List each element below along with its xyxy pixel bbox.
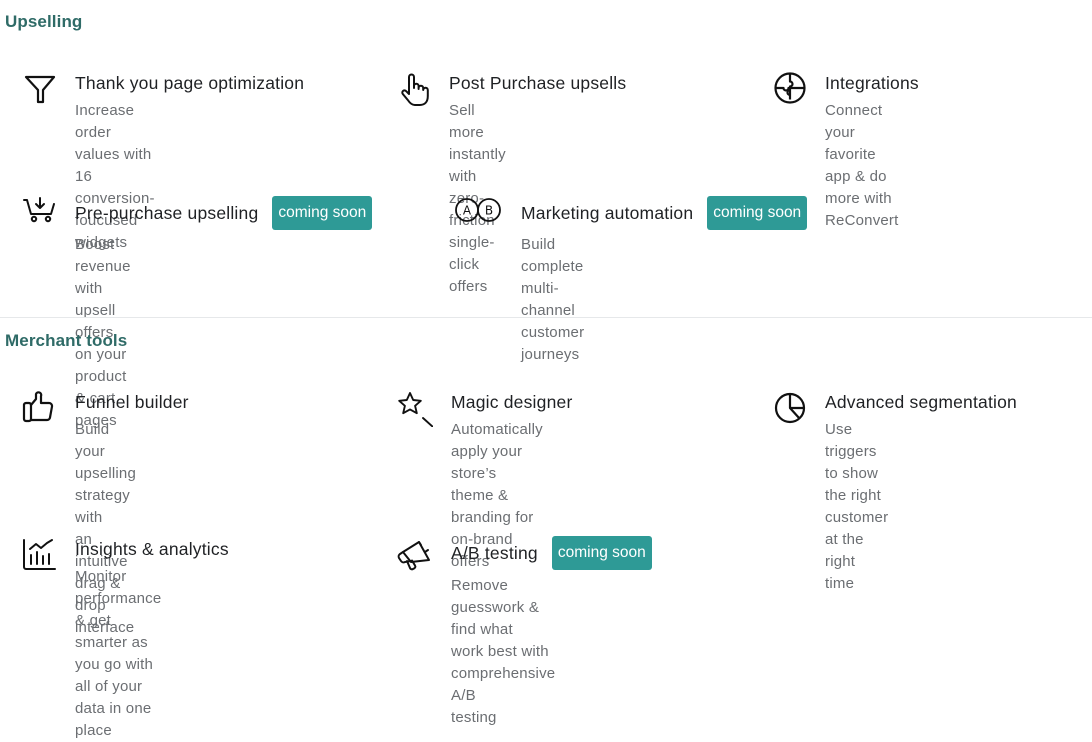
magic-wand-star-icon [397, 391, 433, 427]
feature-title: Integrations [825, 73, 919, 93]
svg-text:B: B [485, 204, 493, 218]
feature-desc-line: more with ReConvert [825, 190, 899, 229]
coming-soon-badge: coming soon [707, 196, 808, 230]
feature-desc-line: Sell more instantly with zero- [449, 102, 506, 207]
cart-download-icon [22, 196, 58, 232]
feature-desc-line: Connect your favorite app & do [825, 102, 887, 185]
section-divider [0, 317, 1092, 318]
bar-chart-icon [22, 538, 58, 574]
feature-title: Post Purchase upsells [449, 73, 627, 93]
megaphone-icon [397, 538, 433, 574]
pointer-hand-icon [397, 72, 433, 108]
feature-desc-line: Automatically apply your store’s [451, 421, 543, 482]
feature-desc-line: Monitor performance & get [75, 568, 162, 629]
coming-soon-badge: coming soon [272, 196, 373, 230]
feature-title: Funnel builder [75, 392, 189, 412]
puzzle-circle-icon [772, 72, 808, 108]
feature-title: Thank you page optimization [75, 73, 305, 93]
feature-title: Magic designer [451, 392, 573, 412]
feature-desc-line: Build complete multi-channel [521, 236, 584, 319]
feature-title: Advanced segmentation [825, 392, 1017, 412]
feature-desc-line: Build your upselling strategy with [75, 421, 137, 526]
feature-desc-line: customer at the right time [825, 509, 889, 592]
funnel-icon [22, 72, 58, 108]
thumbs-up-icon [22, 391, 58, 427]
feature-desc-line: customer journeys [521, 324, 585, 363]
feature-desc-line: Boost revenue with upsell offers [75, 236, 131, 341]
feature-desc-line: testing [451, 709, 497, 726]
feature-desc-line: work best with comprehensive A/B [451, 643, 556, 704]
section-title-upselling: Upselling [5, 12, 83, 31]
section-title-merchant-tools: Merchant tools [5, 331, 128, 350]
feature-title: A/B testing [451, 543, 538, 563]
ab-circles-icon: AB [455, 196, 505, 232]
coming-soon-badge: coming soon [551, 536, 652, 570]
feature-desc-line: data in one place [75, 700, 152, 739]
feature-title: Insights & analytics [75, 539, 229, 559]
feature-desc-line: Use triggers to show the right [825, 421, 881, 504]
feature-title: Marketing automation [521, 203, 694, 223]
feature-desc-line: Increase order values with 16 [75, 102, 152, 185]
feature-desc-line: Remove guesswork & find what [451, 577, 540, 638]
svg-text:A: A [463, 204, 472, 218]
feature-desc-line: smarter as you go with all of your [75, 634, 154, 695]
feature-title: Pre-purchase upselling [75, 203, 259, 223]
pie-chart-icon [772, 391, 808, 427]
